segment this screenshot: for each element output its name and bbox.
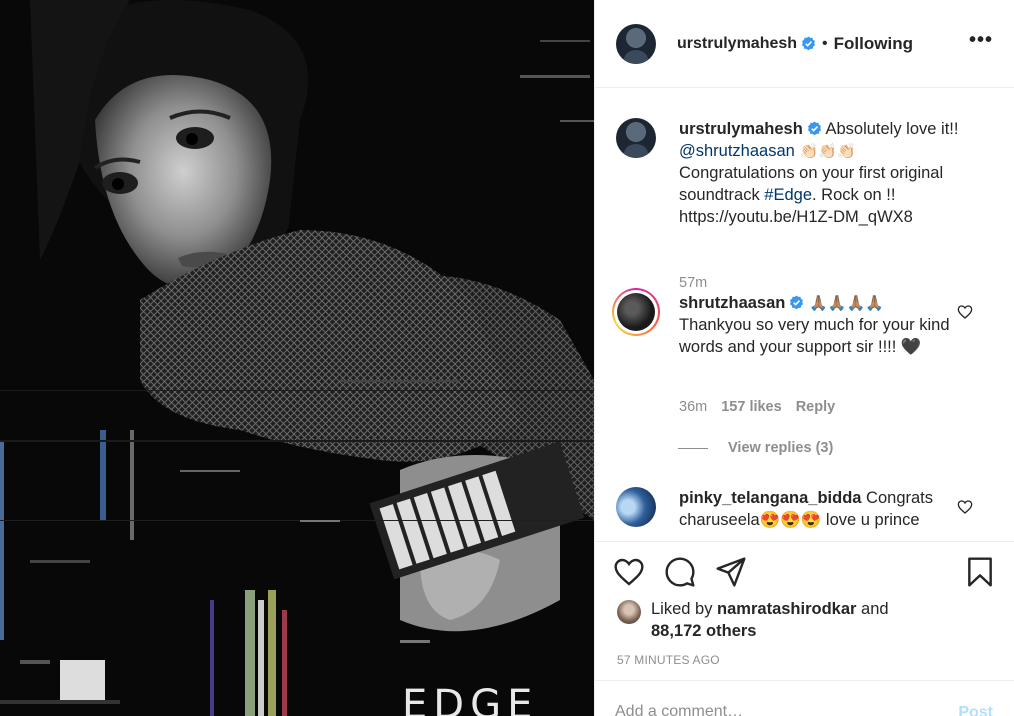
comment-avatar <box>617 293 655 331</box>
caption-text: urstrulymahesh Absolutely love it!! @shr… <box>679 118 989 228</box>
comment-text: pinky_telangana_bidda Congrats charuseel… <box>679 487 989 531</box>
post-image[interactable]: EDGE <box>0 0 594 716</box>
share-icon[interactable] <box>715 556 747 588</box>
header-separator: • <box>822 34 828 52</box>
comment-username[interactable]: shrutzhaasan <box>679 294 785 312</box>
view-replies-button[interactable]: View replies (3) <box>678 440 833 456</box>
post-actions: Liked by namratashirodkar and 88,172 oth… <box>595 541 1014 716</box>
author-avatar[interactable] <box>616 23 656 64</box>
post-header: urstrulymahesh • Following ••• <box>595 0 1014 88</box>
caption-username[interactable]: urstrulymahesh <box>679 120 803 138</box>
verified-badge-icon <box>801 36 816 51</box>
liked-by-prefix: Liked by <box>651 600 718 618</box>
comment-body: Thankyou so very much for your kind word… <box>679 316 950 356</box>
post-photo-illustration <box>0 0 594 716</box>
caption-text-1: Absolutely love it!! <box>821 120 959 138</box>
liker-avatar[interactable] <box>617 600 641 624</box>
view-replies-line <box>678 447 708 449</box>
caption-mention-link[interactable]: @shrutzhaasan <box>679 142 795 160</box>
caption-url: https://youtu.be/H1Z-DM_qWX8 <box>679 208 913 226</box>
comment-like-heart-icon[interactable] <box>957 499 973 515</box>
comments-section[interactable]: urstrulymahesh Absolutely love it!! @shr… <box>595 89 1014 540</box>
liker-username[interactable]: namratashirodkar <box>717 600 856 618</box>
heart-icon[interactable] <box>613 556 645 588</box>
following-button[interactable]: Following <box>834 34 913 54</box>
comment-likes-count[interactable]: 157 likes <box>721 399 781 415</box>
caption-emojis: 👏🏻👏🏻👏🏻 <box>794 142 856 160</box>
post-timestamp[interactable]: 57 MINUTES AGO <box>617 653 720 667</box>
more-options-icon[interactable]: ••• <box>969 30 993 50</box>
caption-time[interactable]: 57m <box>679 275 707 291</box>
liked-by-text: Liked by namratashirodkar and 88,172 oth… <box>651 598 889 642</box>
caption-hashtag-link[interactable]: #Edge <box>764 186 812 204</box>
caption-avatar[interactable] <box>616 118 656 158</box>
add-comment-bar: Post <box>595 680 1014 716</box>
add-comment-input[interactable] <box>615 703 915 716</box>
liked-by-suffix: and <box>856 600 889 618</box>
view-replies-label: View replies (3) <box>728 440 834 456</box>
comment-icon[interactable] <box>664 556 696 588</box>
bookmark-icon[interactable] <box>964 556 996 588</box>
comment-reply-button[interactable]: Reply <box>796 399 836 415</box>
comment-like-heart-icon[interactable] <box>957 304 973 320</box>
comment-text: shrutzhaasan 🙏🏽🙏🏽🙏🏽🙏🏽 Thankyou so very m… <box>679 292 989 358</box>
comment-meta: 36m 157 likes Reply <box>679 399 835 415</box>
verified-badge-icon <box>807 121 821 136</box>
verified-badge-icon <box>790 295 804 310</box>
comment-username[interactable]: pinky_telangana_bidda <box>679 489 861 507</box>
caption-text-3: . Rock on !! <box>812 186 896 204</box>
comment-avatar[interactable] <box>616 487 656 527</box>
likes-others-link[interactable]: 88,172 others <box>651 622 756 640</box>
comment-emojis: 🙏🏽🙏🏽🙏🏽🙏🏽 <box>804 294 884 312</box>
liked-by: Liked by namratashirodkar and 88,172 oth… <box>617 598 889 642</box>
post-overlay-title: EDGE <box>402 682 539 716</box>
post-comment-button[interactable]: Post <box>958 704 993 716</box>
post-details-panel: urstrulymahesh • Following ••• urstrulym… <box>594 0 1014 716</box>
comment-avatar-story-ring[interactable] <box>612 288 660 336</box>
author-username[interactable]: urstrulymahesh <box>677 35 797 53</box>
comment-time[interactable]: 36m <box>679 399 707 415</box>
